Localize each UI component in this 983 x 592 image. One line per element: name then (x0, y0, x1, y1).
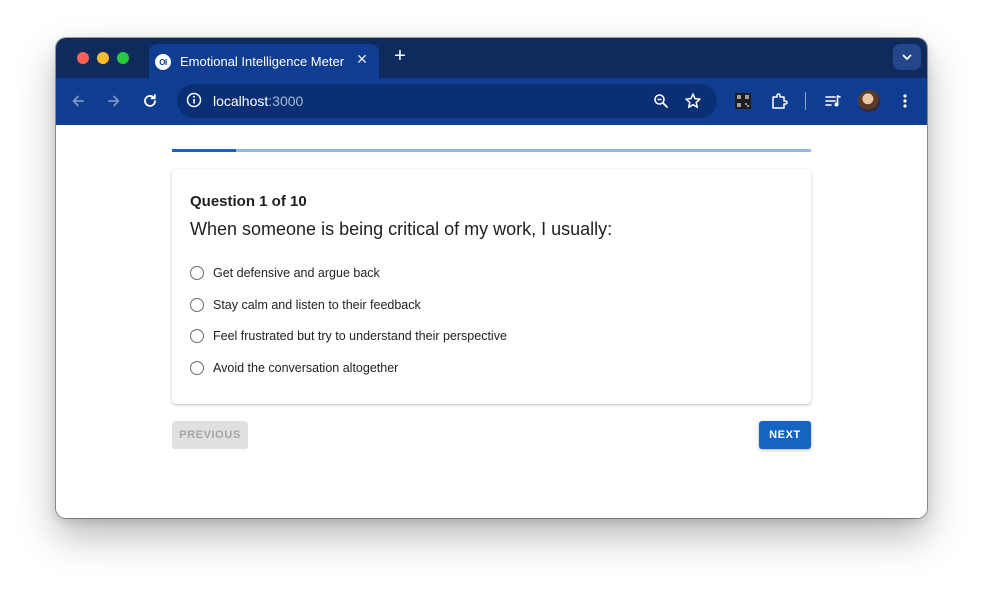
radio-button[interactable] (190, 266, 204, 280)
minimize-window-button[interactable] (97, 52, 109, 64)
kebab-menu-icon[interactable] (893, 89, 917, 113)
tab-strip: OI Emotional Intelligence Meter ✕ + (56, 38, 927, 78)
active-tab[interactable]: OI Emotional Intelligence Meter ✕ (149, 44, 379, 78)
previous-button[interactable]: PREVIOUS (172, 421, 248, 449)
question-card: Question 1 of 10 When someone is being c… (172, 169, 811, 404)
favicon-icon: OI (155, 54, 171, 70)
url-port: :3000 (268, 93, 304, 109)
back-arrow-icon[interactable] (66, 89, 90, 113)
close-window-button[interactable] (77, 52, 89, 64)
radio-button[interactable] (190, 361, 204, 375)
question-counter: Question 1 of 10 (190, 193, 307, 210)
address-bar[interactable]: localhost:3000 (177, 84, 717, 118)
answer-option-label: Stay calm and listen to their feedback (213, 298, 421, 312)
forward-arrow-icon[interactable] (102, 89, 126, 113)
maximize-window-button[interactable] (117, 52, 129, 64)
answer-option[interactable]: Avoid the conversation altogether (190, 358, 398, 378)
answer-option[interactable]: Get defensive and argue back (190, 263, 380, 283)
reload-icon[interactable] (138, 89, 162, 113)
browser-toolbar: localhost:3000 (56, 78, 927, 125)
qr-code-icon[interactable] (731, 89, 755, 113)
extensions-puzzle-icon[interactable] (767, 89, 791, 113)
radio-button[interactable] (190, 329, 204, 343)
answer-option[interactable]: Feel frustrated but try to understand th… (190, 326, 507, 346)
answer-option[interactable]: Stay calm and listen to their feedback (190, 295, 421, 315)
profile-avatar[interactable] (858, 90, 880, 112)
browser-window: OI Emotional Intelligence Meter ✕ + loca… (56, 38, 927, 518)
chevron-down-icon (902, 54, 912, 60)
url-host: localhost (213, 93, 269, 109)
tab-title: Emotional Intelligence Meter (180, 54, 345, 69)
zoom-out-icon[interactable] (649, 89, 673, 113)
page-content: Question 1 of 10 When someone is being c… (56, 125, 927, 518)
tab-search-button[interactable] (893, 44, 921, 70)
close-tab-icon[interactable]: ✕ (354, 51, 370, 67)
toolbar-divider (805, 92, 806, 110)
radio-button[interactable] (190, 298, 204, 312)
reading-list-icon[interactable] (821, 89, 845, 113)
quiz-progress-fill (172, 149, 236, 152)
answer-option-label: Avoid the conversation altogether (213, 361, 399, 375)
answer-option-label: Feel frustrated but try to understand th… (213, 329, 507, 343)
quiz-progress-bar (172, 149, 811, 152)
new-tab-icon[interactable]: + (392, 46, 408, 66)
question-text: When someone is being critical of my wor… (190, 219, 613, 239)
bookmark-star-icon[interactable] (681, 89, 705, 113)
next-button[interactable]: NEXT (759, 421, 811, 449)
answer-option-label: Get defensive and argue back (213, 266, 380, 280)
info-icon[interactable] (185, 91, 203, 114)
url-text: localhost:3000 (213, 93, 303, 109)
